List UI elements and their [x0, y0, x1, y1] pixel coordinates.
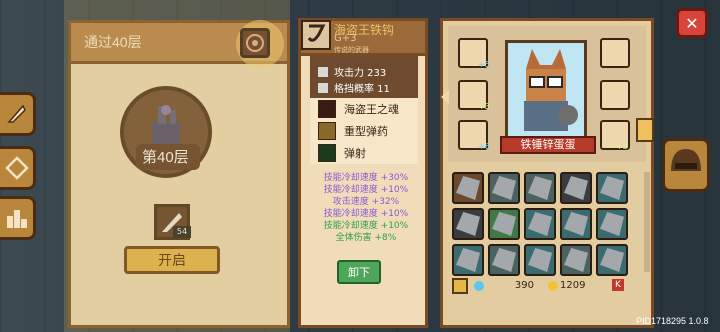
inventory-slot[interactable] [488, 172, 520, 204]
coin-count: 1209 [560, 280, 586, 291]
stat-block: 格挡概率 11 [334, 84, 390, 95]
bow-icon [528, 176, 552, 200]
helmet-icon [671, 149, 701, 171]
coin-icon [548, 281, 558, 291]
spear-icon [492, 176, 516, 200]
helmet-icon [564, 248, 588, 272]
equip-badge: +3 [478, 102, 490, 111]
perk-label: 重型弹药 [344, 125, 388, 138]
inventory-slot[interactable] [524, 172, 556, 204]
stat-row: 攻击力 233 [318, 64, 386, 79]
flame-soul-icon [318, 100, 336, 118]
tab-feather[interactable] [0, 92, 36, 136]
item-subtitle: 传说的武器 [334, 46, 369, 54]
character-name: 铁锤锌蛋蛋 [500, 136, 596, 154]
tab-helmet[interactable] [662, 138, 710, 192]
equip-slot-neck[interactable]: +3 [458, 80, 490, 111]
equip-slot-ring[interactable]: +6 [458, 120, 490, 151]
version-label: PID1718295 1.0.8 [636, 316, 709, 326]
hook-icon [301, 20, 331, 50]
diamond-icon [4, 156, 29, 180]
perk-label: 海盗王之魂 [344, 103, 399, 116]
armor-icon [564, 176, 588, 200]
sword-icon [492, 248, 516, 272]
gem-count: 390 [514, 280, 534, 291]
perk-label: 弹射 [344, 147, 366, 160]
stat-row: 格挡概率 11 [318, 80, 390, 95]
equip-badge: +3 [616, 142, 628, 151]
inventory-slot[interactable] [596, 172, 628, 204]
close-button[interactable]: ✕ [676, 8, 708, 38]
bounce-icon [318, 144, 336, 162]
drill-icon [600, 212, 624, 236]
gauntlet-icon [456, 176, 480, 200]
axe-icon [492, 212, 516, 236]
inventory-slot[interactable] [596, 244, 628, 276]
inventory-slot[interactable] [488, 244, 520, 276]
bow-icon [528, 248, 552, 272]
mace-icon [456, 248, 480, 272]
feather-icon [6, 104, 26, 123]
equip-slot-head[interactable]: +5 [458, 38, 490, 69]
equip-badge: +6 [478, 142, 490, 151]
ammo-icon [318, 122, 336, 140]
armor-icon [456, 212, 480, 236]
tab-ranking[interactable] [0, 196, 36, 240]
inventory-slot[interactable] [452, 208, 484, 240]
helmet-icon [600, 248, 624, 272]
panel-overlay [64, 0, 290, 332]
equip-slot-weapon[interactable]: +3 [600, 120, 630, 151]
inventory-slot[interactable] [560, 208, 592, 240]
lock-icon[interactable] [452, 278, 468, 294]
bonus-line: 全体伤害 +8% [335, 233, 397, 243]
boots-icon [564, 212, 588, 236]
perk-row[interactable]: 海盗王之魂 [318, 100, 399, 118]
equip-slot-armor[interactable] [600, 38, 630, 68]
inventory-slot[interactable] [452, 172, 484, 204]
weapon-switch-button[interactable] [636, 118, 654, 142]
inventory-scrollbar[interactable] [644, 172, 650, 272]
shield-icon [318, 82, 328, 93]
inventory-slot[interactable] [488, 208, 520, 240]
inventory-slot[interactable] [452, 244, 484, 276]
tab-diamond[interactable] [0, 146, 36, 190]
inventory-slot[interactable] [524, 244, 556, 276]
cat-knight-icon [524, 49, 578, 131]
equip-badge: +5 [478, 60, 490, 69]
unequip-button[interactable]: 卸下 [337, 260, 381, 284]
perk-row[interactable]: 弹射 [318, 144, 366, 162]
armor-icon [600, 176, 624, 200]
inventory-slot[interactable] [524, 208, 556, 240]
inventory-slot[interactable] [560, 172, 592, 204]
perk-row[interactable]: 重型弹药 [318, 122, 388, 140]
boots-icon [528, 212, 552, 236]
sword-icon [318, 66, 328, 77]
item-level: G+3 [334, 33, 357, 44]
character-portrait [505, 40, 587, 140]
inventory-slot[interactable] [560, 244, 592, 276]
ranking-icon [6, 210, 27, 228]
equip-slot-pet[interactable] [600, 80, 630, 110]
close-icon: ✕ [685, 13, 699, 33]
coin-suffix: K [612, 279, 624, 291]
inventory-slot[interactable] [596, 208, 628, 240]
stat-attack: 攻击力 233 [334, 68, 387, 79]
